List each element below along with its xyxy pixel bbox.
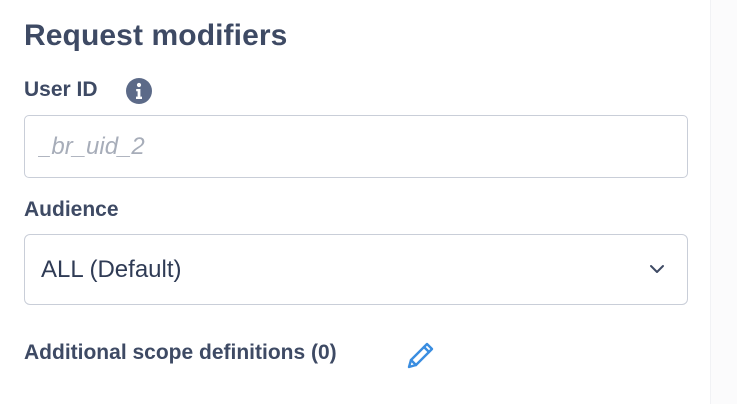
user-id-label: User ID [24,78,98,101]
scrollbar-track[interactable] [710,0,737,404]
request-modifiers-panel: Request modifiers User ID Audience ALL (… [0,0,710,404]
audience-selected-value: ALL (Default) [41,256,182,283]
info-icon[interactable] [125,77,153,105]
chevron-down-icon [650,265,664,273]
scope-definitions-label: Additional scope definitions (0) [24,341,337,364]
audience-select[interactable]: ALL (Default) [24,234,688,305]
audience-label: Audience [24,198,119,221]
pencil-icon[interactable] [404,338,438,372]
user-id-input[interactable] [24,115,688,178]
section-title: Request modifiers [24,19,288,52]
